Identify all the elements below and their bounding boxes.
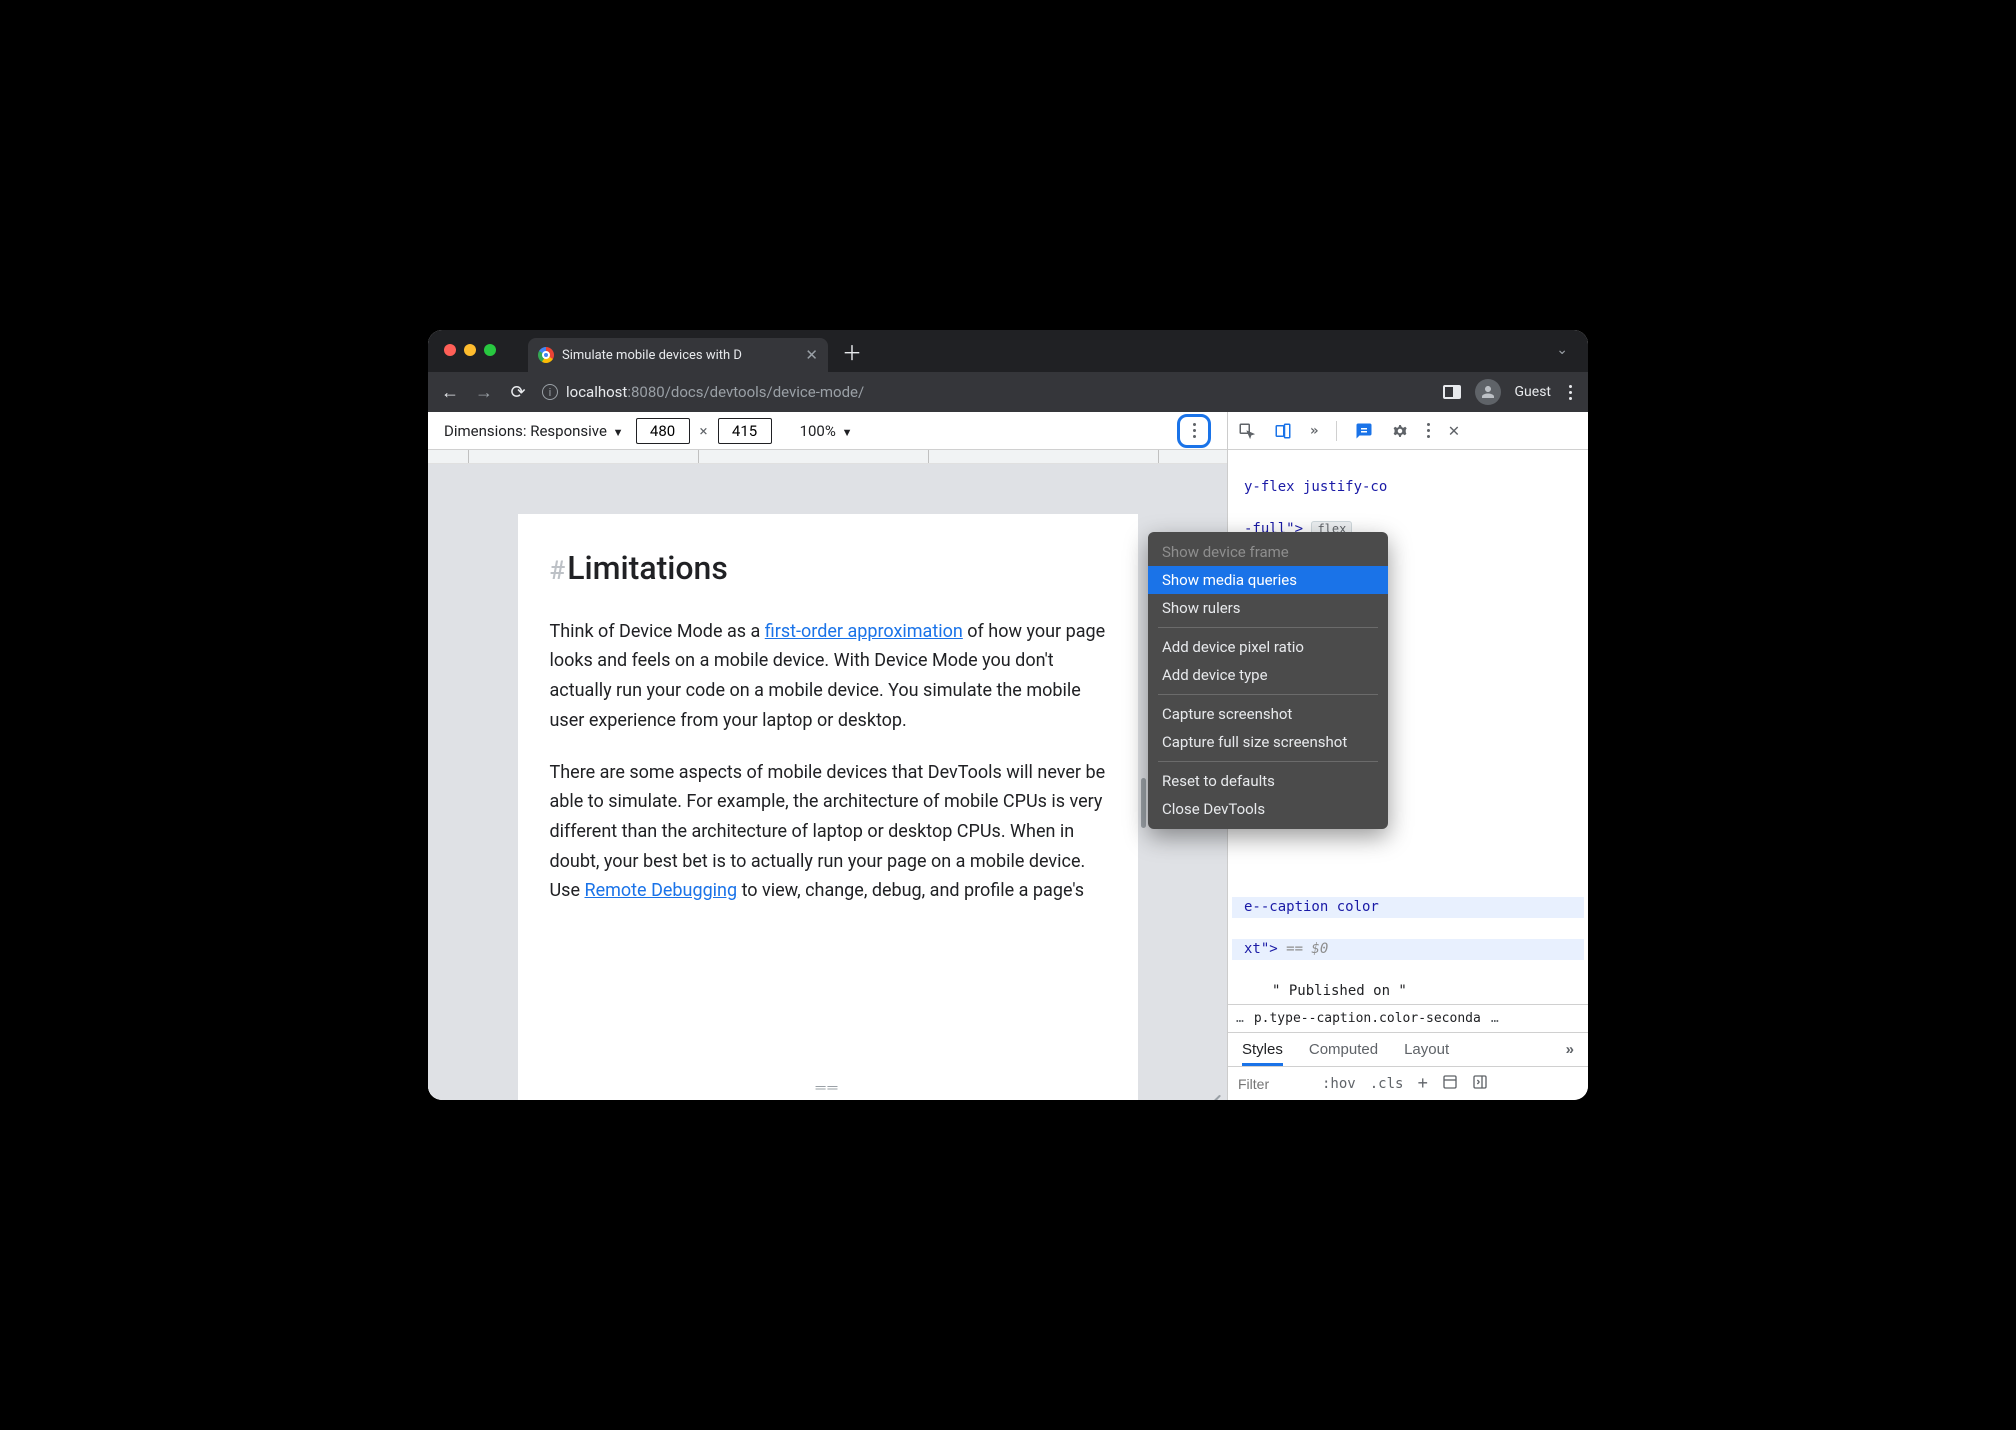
filter-input[interactable] <box>1238 1076 1308 1092</box>
feedback-icon[interactable] <box>1355 422 1373 440</box>
device-toolbar: Dimensions: Responsive ▼ × 100% ▼ <box>428 412 1227 450</box>
more-icon <box>1193 423 1196 438</box>
close-tab-icon[interactable]: ✕ <box>805 346 818 364</box>
devtools-toolbar: » ✕ <box>1228 412 1588 450</box>
toggle-sidebar-icon[interactable] <box>1472 1074 1488 1093</box>
menu-add-device-type[interactable]: Add device type <box>1148 661 1388 689</box>
profile-label[interactable]: Guest <box>1515 384 1551 400</box>
media-query-ruler[interactable] <box>428 450 1227 464</box>
tab-layout[interactable]: Layout <box>1404 1041 1449 1058</box>
page-heading: #Limitations <box>550 542 1106 595</box>
maximize-window-button[interactable] <box>484 344 496 356</box>
tab-styles[interactable]: Styles <box>1242 1041 1283 1066</box>
menu-separator <box>1158 627 1378 628</box>
zoom-dropdown[interactable]: 100% ▼ <box>800 422 853 440</box>
resize-handle-bottom[interactable]: ══ <box>816 1079 840 1096</box>
crumb-selected[interactable]: p.type--caption.color-seconda <box>1254 1011 1481 1026</box>
styles-tabs: Styles Computed Layout » <box>1228 1032 1588 1066</box>
menu-show-rulers[interactable]: Show rulers <box>1148 594 1388 622</box>
side-panel-icon[interactable] <box>1443 385 1461 399</box>
content-area: Dimensions: Responsive ▼ × 100% ▼ #Limit… <box>428 412 1588 1100</box>
new-style-rule-icon[interactable]: + <box>1417 1073 1428 1094</box>
settings-gear-icon[interactable] <box>1391 422 1409 440</box>
omnibox[interactable]: i localhost:8080/docs/devtools/device-mo… <box>542 383 1429 401</box>
menu-separator <box>1158 761 1378 762</box>
computed-styles-icon[interactable] <box>1442 1074 1458 1093</box>
toolbar-separator <box>1336 421 1337 441</box>
menu-separator <box>1158 694 1378 695</box>
height-input[interactable] <box>718 418 772 444</box>
close-window-button[interactable] <box>444 344 456 356</box>
inspect-element-icon[interactable] <box>1238 422 1256 440</box>
window-controls <box>444 344 496 356</box>
resize-handle-corner[interactable] <box>1207 1082 1221 1096</box>
menu-capture-full-screenshot[interactable]: Capture full size screenshot <box>1148 728 1388 756</box>
tab-list-chevron-icon[interactable]: ⌄ <box>1556 342 1568 358</box>
hov-toggle[interactable]: :hov <box>1322 1076 1356 1092</box>
device-toolbar-more-button[interactable] <box>1177 414 1211 448</box>
menu-show-device-frame[interactable]: Show device frame <box>1148 538 1388 566</box>
overflow-tabs-icon[interactable]: » <box>1310 423 1318 439</box>
menu-show-media-queries[interactable]: Show media queries <box>1148 566 1388 594</box>
device-more-menu: Show device frame Show media queries Sho… <box>1148 532 1388 829</box>
overflow-tabs-icon[interactable]: » <box>1566 1041 1574 1058</box>
forward-button[interactable]: → <box>474 382 494 403</box>
menu-add-dpr[interactable]: Add device pixel ratio <box>1148 633 1388 661</box>
browser-window: Simulate mobile devices with D ✕ ＋ ⌄ ← →… <box>428 330 1588 1100</box>
remote-debugging-link[interactable]: Remote Debugging <box>584 880 737 901</box>
toggle-device-mode-icon[interactable] <box>1274 422 1292 440</box>
back-button[interactable]: ← <box>440 382 460 403</box>
url-text: localhost:8080/docs/devtools/device-mode… <box>566 383 864 401</box>
chrome-menu-button[interactable] <box>1565 385 1576 400</box>
simulated-page[interactable]: #Limitations Think of Device Mode as a f… <box>518 514 1138 1100</box>
reload-button[interactable]: ⟳ <box>508 382 528 403</box>
menu-capture-screenshot[interactable]: Capture screenshot <box>1148 700 1388 728</box>
device-viewport: #Limitations Think of Device Mode as a f… <box>428 464 1227 1100</box>
tab-title: Simulate mobile devices with D <box>562 348 797 363</box>
styles-filter-bar: :hov .cls + <box>1228 1066 1588 1100</box>
width-input[interactable] <box>636 418 690 444</box>
menu-reset-defaults[interactable]: Reset to defaults <box>1148 767 1388 795</box>
dimensions-dropdown[interactable]: Dimensions: Responsive ▼ <box>444 422 624 440</box>
cls-toggle[interactable]: .cls <box>1370 1076 1404 1092</box>
paragraph-2: There are some aspects of mobile devices… <box>550 758 1106 906</box>
site-info-icon[interactable]: i <box>542 384 558 400</box>
close-devtools-icon[interactable]: ✕ <box>1448 420 1459 441</box>
breadcrumb[interactable]: … p.type--caption.color-seconda … <box>1228 1004 1588 1032</box>
crumb-overflow-left[interactable]: … <box>1236 1011 1244 1026</box>
crumb-overflow-right[interactable]: … <box>1491 1011 1499 1026</box>
resize-handle-right[interactable] <box>1141 778 1146 828</box>
minimize-window-button[interactable] <box>464 344 476 356</box>
profile-avatar-icon[interactable] <box>1475 379 1501 405</box>
tab-strip: Simulate mobile devices with D ✕ ＋ ⌄ <box>428 330 1588 372</box>
address-bar: ← → ⟳ i localhost:8080/docs/devtools/dev… <box>428 372 1588 412</box>
browser-tab[interactable]: Simulate mobile devices with D ✕ <box>528 338 828 372</box>
first-order-link[interactable]: first-order approximation <box>765 621 963 642</box>
new-tab-button[interactable]: ＋ <box>842 337 862 366</box>
chrome-favicon-icon <box>538 347 554 363</box>
devtools-menu-icon[interactable] <box>1427 423 1430 438</box>
dimension-separator: × <box>700 422 708 440</box>
menu-close-devtools[interactable]: Close DevTools <box>1148 795 1388 823</box>
tab-computed[interactable]: Computed <box>1309 1041 1378 1058</box>
paragraph-1: Think of Device Mode as a first-order ap… <box>550 617 1106 736</box>
device-mode-panel: Dimensions: Responsive ▼ × 100% ▼ #Limit… <box>428 412 1228 1100</box>
